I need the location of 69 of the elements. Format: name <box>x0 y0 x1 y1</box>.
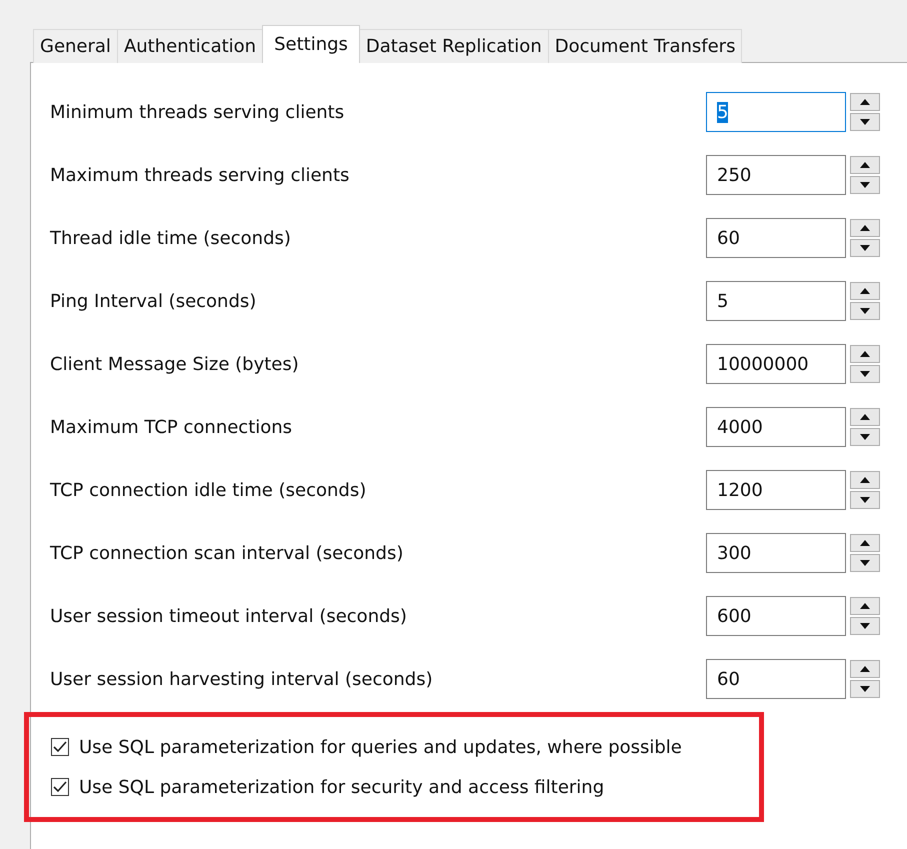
down-arrow-icon <box>860 560 870 566</box>
tab[interactable]: Document Transfers <box>548 29 742 63</box>
up-arrow-icon <box>860 162 870 168</box>
number-field[interactable]: 60 <box>706 218 846 258</box>
up-arrow-icon <box>860 225 870 231</box>
number-field[interactable]: 5 <box>706 92 846 132</box>
spin-up-button[interactable] <box>850 597 880 615</box>
spin-up-button[interactable] <box>850 156 880 174</box>
setting-label: Maximum TCP connections <box>50 416 292 438</box>
number-field[interactable]: 5 <box>706 281 846 321</box>
down-arrow-icon <box>860 245 870 251</box>
number-field[interactable]: 60 <box>706 659 846 699</box>
tab[interactable]: Settings <box>262 25 360 63</box>
tab[interactable]: General <box>33 29 118 63</box>
spin-up-button[interactable] <box>850 345 880 363</box>
spin-down-button[interactable] <box>850 302 880 320</box>
up-arrow-icon <box>860 288 870 294</box>
setting-label: Ping Interval (seconds) <box>50 290 256 312</box>
checkbox-label: Use SQL parameterization for security and access filtering <box>79 776 604 798</box>
setting-label: TCP connection idle time (seconds) <box>50 480 366 500</box>
down-arrow-icon <box>860 623 870 629</box>
down-arrow-icon <box>860 686 870 692</box>
setting-label: User session timeout interval (seconds) <box>50 606 407 626</box>
number-field[interactable]: 250 <box>706 155 846 195</box>
setting-label: TCP connection scan interval (seconds) <box>50 542 404 564</box>
up-arrow-icon <box>860 99 870 105</box>
spin-down-button[interactable] <box>850 239 880 257</box>
up-arrow-icon <box>860 477 870 483</box>
number-field[interactable]: 600 <box>706 596 846 636</box>
down-arrow-icon <box>860 119 870 125</box>
tab[interactable]: Dataset Replication <box>358 29 549 63</box>
number-field[interactable]: 4000 <box>706 407 846 447</box>
down-arrow-icon <box>860 371 870 377</box>
down-arrow-icon <box>860 182 870 188</box>
up-arrow-icon <box>860 414 870 420</box>
spin-up-button[interactable] <box>850 534 880 552</box>
spin-up-button[interactable] <box>850 282 880 300</box>
spin-down-button[interactable] <box>850 617 880 635</box>
checkbox-label: Use SQL parameterization for queries and updates, where possible <box>79 736 682 758</box>
spin-down-button[interactable] <box>850 491 880 509</box>
setting-label: Client Message Size (bytes) <box>50 354 299 374</box>
checkbox[interactable] <box>51 778 69 796</box>
setting-label: Thread idle time (seconds) <box>50 228 291 248</box>
down-arrow-icon <box>860 308 870 314</box>
number-field[interactable]: 10000000 <box>706 344 846 384</box>
spin-down-button[interactable] <box>850 176 880 194</box>
up-arrow-icon <box>860 666 870 672</box>
up-arrow-icon <box>860 540 870 546</box>
spin-down-button[interactable] <box>850 365 880 383</box>
number-field[interactable]: 300 <box>706 533 846 573</box>
up-arrow-icon <box>860 351 870 357</box>
spin-down-button[interactable] <box>850 113 880 131</box>
spin-up-button[interactable] <box>850 660 880 678</box>
down-arrow-icon <box>860 497 870 503</box>
spin-up-button[interactable] <box>850 219 880 237</box>
setting-label: User session harvesting interval (seconds) <box>50 668 433 690</box>
setting-label: Minimum threads serving clients <box>50 102 344 122</box>
spin-up-button[interactable] <box>850 408 880 426</box>
down-arrow-icon <box>860 434 870 440</box>
number-field[interactable]: 1200 <box>706 470 846 510</box>
spin-down-button[interactable] <box>850 428 880 446</box>
spin-up-button[interactable] <box>850 93 880 111</box>
up-arrow-icon <box>860 603 870 609</box>
spin-up-button[interactable] <box>850 471 880 489</box>
tab[interactable]: Authentication <box>116 29 264 63</box>
checkbox[interactable] <box>51 738 69 756</box>
setting-label: Maximum threads serving clients <box>50 164 350 186</box>
spin-down-button[interactable] <box>850 554 880 572</box>
spin-down-button[interactable] <box>850 680 880 698</box>
